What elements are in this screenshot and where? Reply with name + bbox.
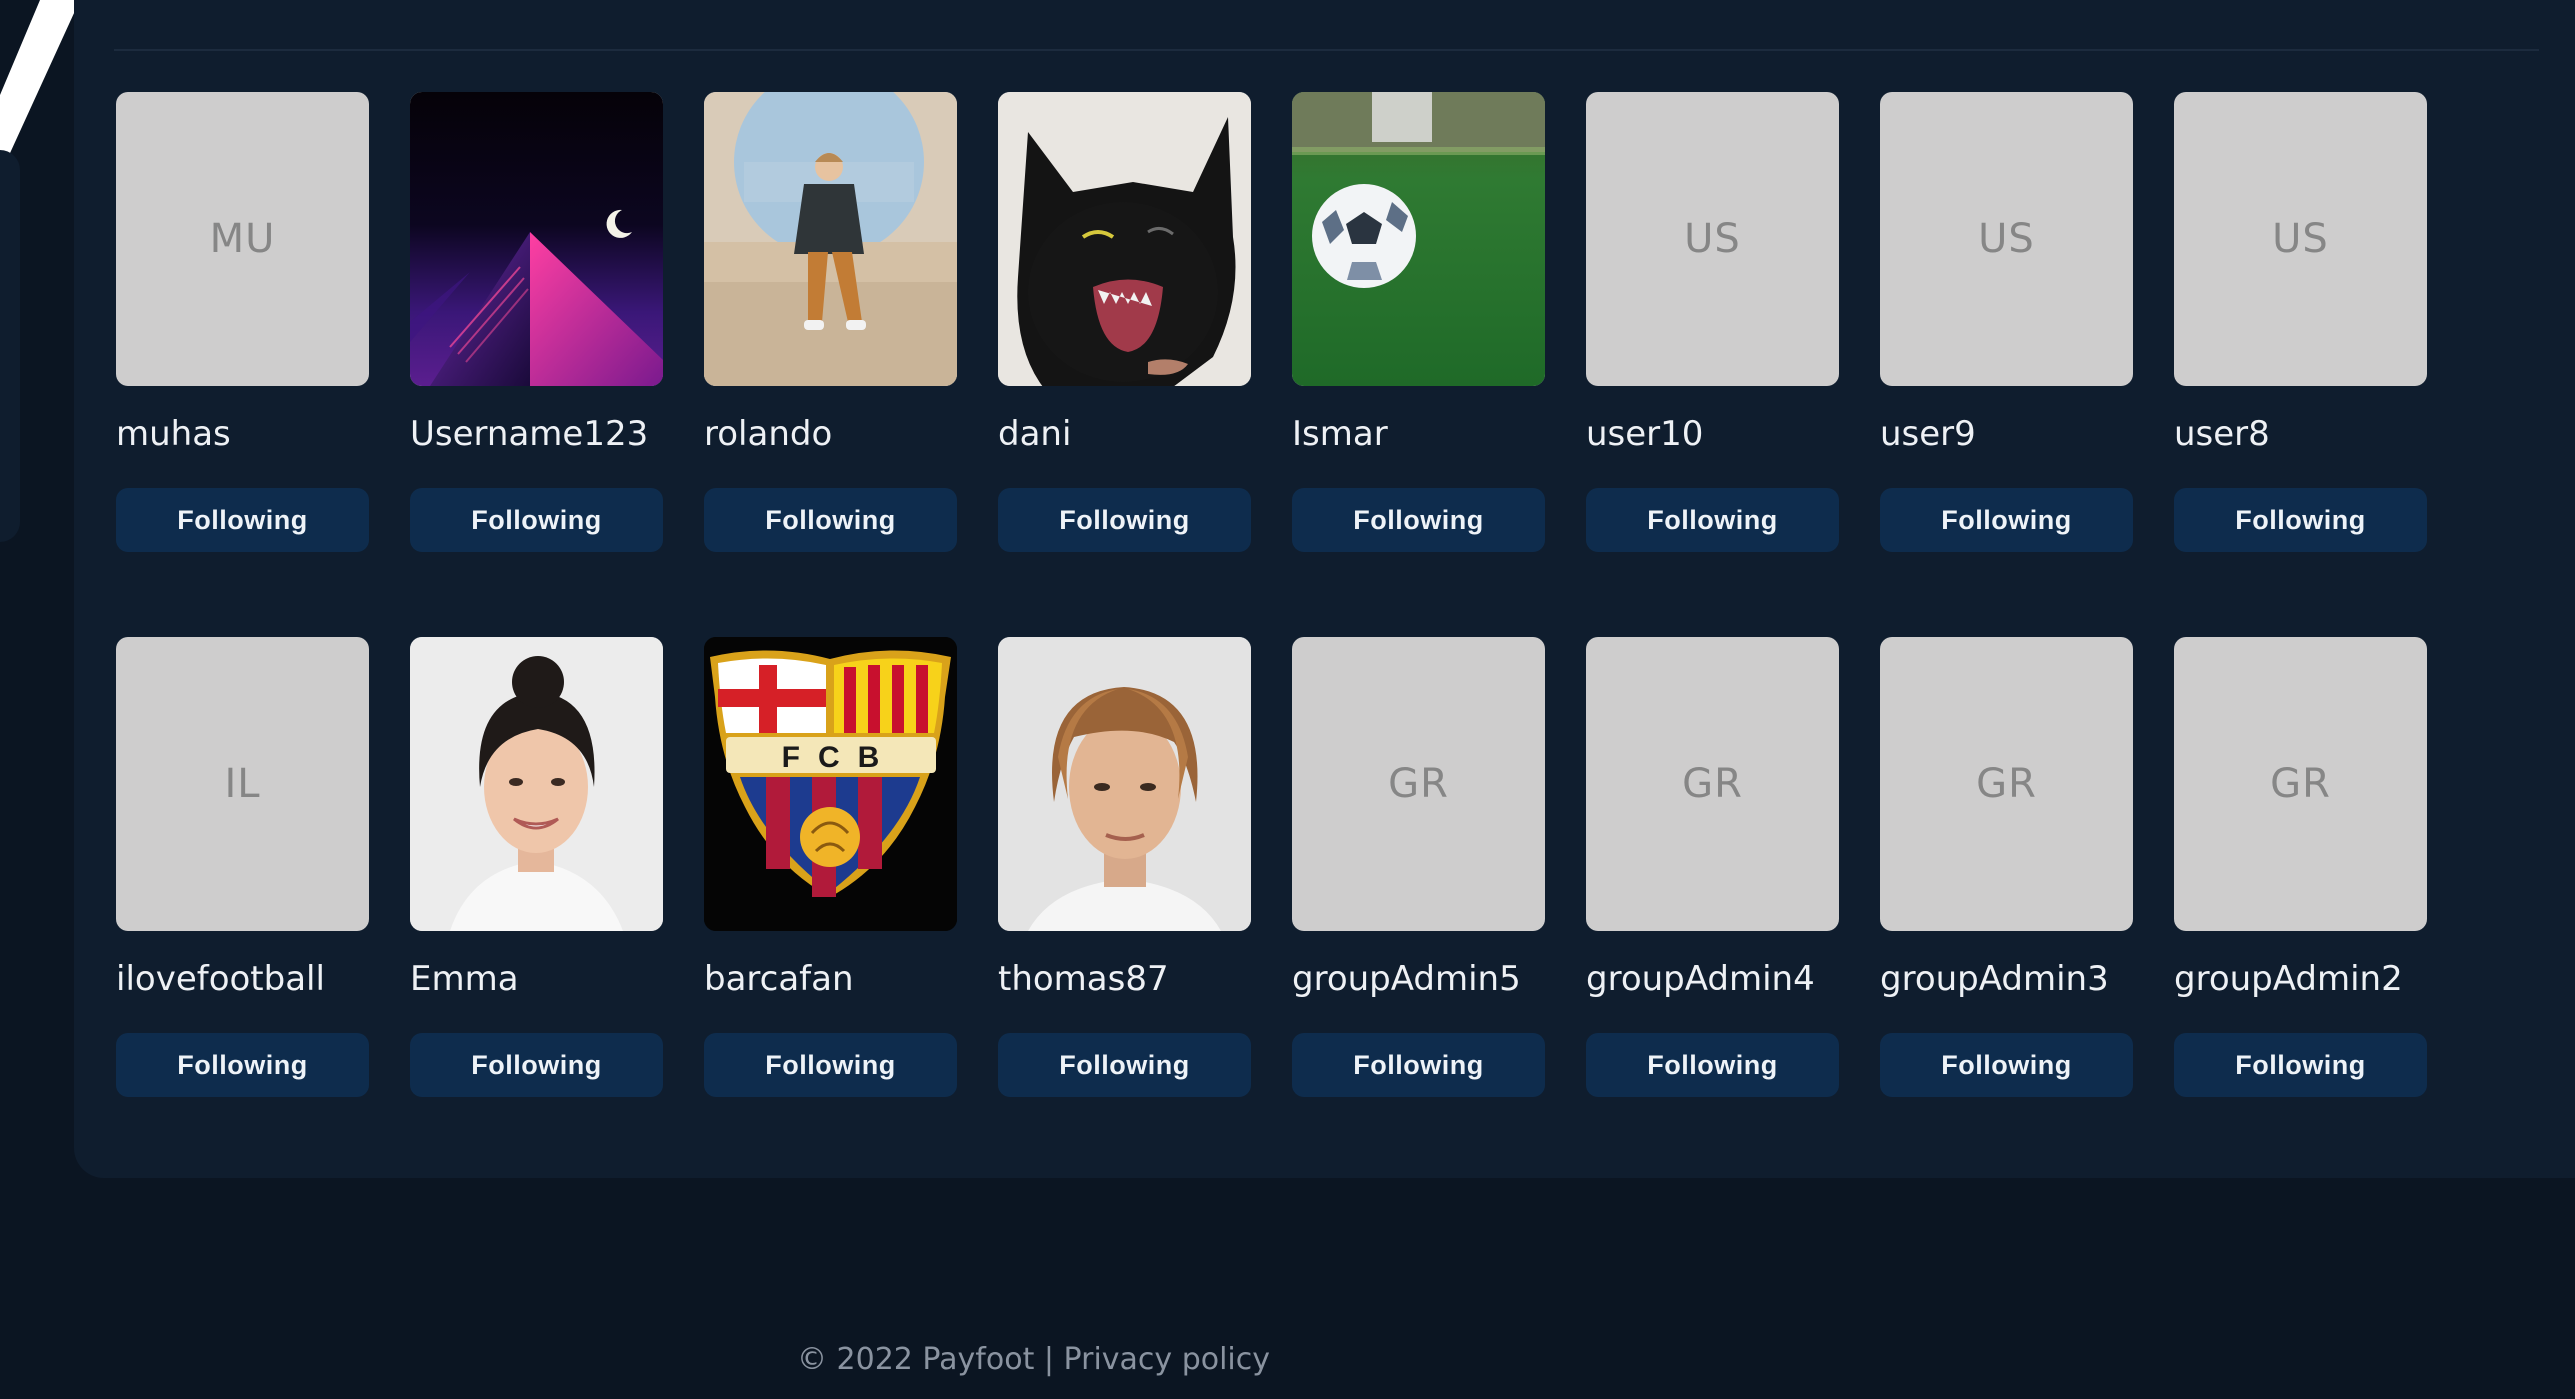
footer-separator: |: [1043, 1342, 1054, 1377]
following-button[interactable]: Following: [704, 1033, 957, 1097]
man-sitting-photo: [704, 92, 957, 386]
divider: [114, 49, 2539, 51]
user-card: GR groupAdmin4 Following: [1586, 637, 1839, 1097]
username[interactable]: user9: [1880, 414, 1976, 454]
username[interactable]: thomas87: [998, 959, 1169, 999]
avatar-initials: US: [1684, 216, 1741, 262]
following-button[interactable]: Following: [1292, 1033, 1545, 1097]
avatar[interactable]: IL: [116, 637, 369, 931]
user-card: US user10 Following: [1586, 92, 1839, 552]
avatar[interactable]: [410, 92, 663, 386]
avatar[interactable]: GR: [1292, 637, 1545, 931]
user-card: US user8 Following: [2174, 92, 2427, 552]
page: MU muhas Following Username123 Following…: [0, 0, 2575, 1399]
user-card: FCB barcafan Following: [704, 637, 957, 1097]
privacy-policy-link[interactable]: Privacy policy: [1064, 1342, 1270, 1377]
username[interactable]: dani: [998, 414, 1071, 454]
user-card: MU muhas Following: [116, 92, 369, 552]
user-card: GR groupAdmin3 Following: [1880, 637, 2133, 1097]
user-card: GR groupAdmin2 Following: [2174, 637, 2427, 1097]
username[interactable]: barcafan: [704, 959, 854, 999]
username[interactable]: user8: [2174, 414, 2270, 454]
username[interactable]: Ismar: [1292, 414, 1388, 454]
username[interactable]: groupAdmin2: [2174, 959, 2403, 999]
username[interactable]: user10: [1586, 414, 1703, 454]
username[interactable]: groupAdmin5: [1292, 959, 1521, 999]
username[interactable]: Username123: [410, 414, 648, 454]
soccer-ball-photo: [1292, 92, 1545, 386]
avatar[interactable]: [704, 92, 957, 386]
following-button[interactable]: Following: [998, 488, 1251, 552]
user-card: thomas87 Following: [998, 637, 1251, 1097]
avatar[interactable]: GR: [1586, 637, 1839, 931]
avatar[interactable]: [1292, 92, 1545, 386]
user-card: Emma Following: [410, 637, 663, 1097]
user-card: GR groupAdmin5 Following: [1292, 637, 1545, 1097]
avatar[interactable]: US: [1880, 92, 2133, 386]
black-cat-photo: [998, 92, 1251, 386]
avatar-initials: GR: [2270, 761, 2331, 807]
pyramid-night-image: [410, 92, 663, 386]
user-card: Username123 Following: [410, 92, 663, 552]
username[interactable]: ilovefootball: [116, 959, 325, 999]
avatar[interactable]: MU: [116, 92, 369, 386]
avatar-initials: US: [1978, 216, 2035, 262]
following-button[interactable]: Following: [998, 1033, 1251, 1097]
username[interactable]: rolando: [704, 414, 832, 454]
username[interactable]: groupAdmin3: [1880, 959, 2109, 999]
following-button[interactable]: Following: [410, 1033, 663, 1097]
following-button[interactable]: Following: [1586, 488, 1839, 552]
avatar-initials: US: [2272, 216, 2329, 262]
avatar[interactable]: GR: [2174, 637, 2427, 931]
avatar[interactable]: FCB: [704, 637, 957, 931]
avatar-initials: GR: [1682, 761, 1743, 807]
footer: © 2022 Payfoot | Privacy policy: [797, 1342, 1270, 1377]
fcb-crest-logo: [704, 637, 957, 931]
user-card: rolando Following: [704, 92, 957, 552]
avatar-initials: IL: [224, 761, 261, 807]
username[interactable]: Emma: [410, 959, 519, 999]
following-button[interactable]: Following: [116, 1033, 369, 1097]
avatar-initials: MU: [209, 216, 276, 262]
following-button[interactable]: Following: [410, 488, 663, 552]
user-card: dani Following: [998, 92, 1251, 552]
avatar-initials: GR: [1388, 761, 1449, 807]
avatar[interactable]: [998, 92, 1251, 386]
woman-portrait-photo: [410, 637, 663, 931]
avatar[interactable]: US: [1586, 92, 1839, 386]
left-panel-edge: [0, 150, 20, 542]
following-button[interactable]: Following: [2174, 1033, 2427, 1097]
following-button[interactable]: Following: [116, 488, 369, 552]
user-card: IL ilovefootball Following: [116, 637, 369, 1097]
avatar-initials: GR: [1976, 761, 2037, 807]
man-portrait-photo: [998, 637, 1251, 931]
avatar[interactable]: GR: [1880, 637, 2133, 931]
crest-text: FCB: [781, 741, 898, 774]
following-button[interactable]: Following: [2174, 488, 2427, 552]
following-button[interactable]: Following: [1586, 1033, 1839, 1097]
following-button[interactable]: Following: [704, 488, 957, 552]
following-grid: MU muhas Following Username123 Following…: [116, 92, 2427, 1097]
copyright-text: © 2022 Payfoot: [797, 1342, 1035, 1377]
following-button[interactable]: Following: [1880, 488, 2133, 552]
user-card: US user9 Following: [1880, 92, 2133, 552]
following-button[interactable]: Following: [1292, 488, 1545, 552]
user-card: Ismar Following: [1292, 92, 1545, 552]
avatar[interactable]: US: [2174, 92, 2427, 386]
following-button[interactable]: Following: [1880, 1033, 2133, 1097]
username[interactable]: muhas: [116, 414, 231, 454]
avatar[interactable]: [410, 637, 663, 931]
username[interactable]: groupAdmin4: [1586, 959, 1815, 999]
avatar[interactable]: [998, 637, 1251, 931]
